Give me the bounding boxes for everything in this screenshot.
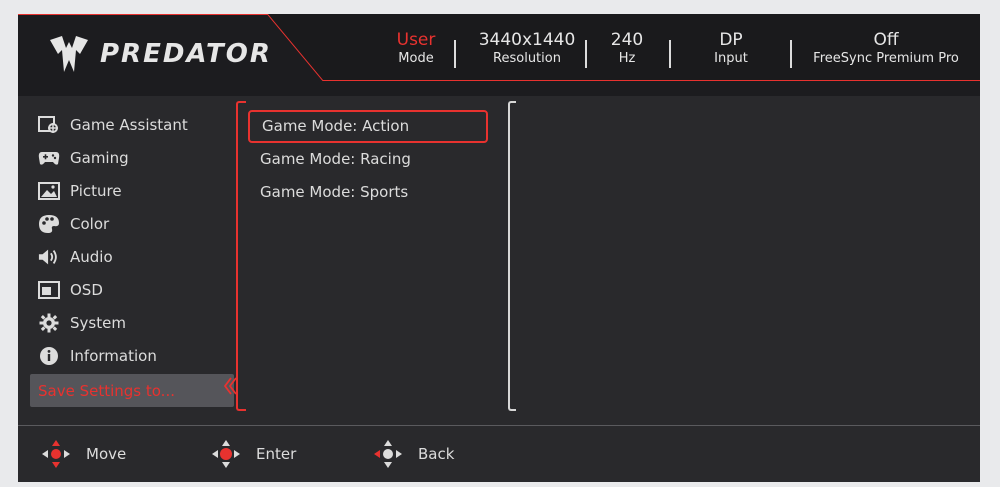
- status-input-label: Input: [714, 51, 748, 66]
- status-mode: User Mode: [390, 30, 442, 67]
- picture-icon: [38, 180, 60, 202]
- brand-name: PREDATOR: [100, 39, 272, 69]
- menu-item-information[interactable]: Information: [30, 339, 234, 372]
- hint-back-label: Back: [418, 445, 455, 463]
- hint-move: Move: [40, 438, 126, 470]
- hint-move-label: Move: [86, 445, 127, 463]
- hint-enter: Enter: [210, 438, 296, 470]
- status-divider: [585, 40, 587, 68]
- status-input: DP Input: [706, 30, 756, 67]
- status-freesync-value: Off: [873, 30, 899, 50]
- status-input-value: DP: [719, 30, 743, 50]
- submenu-bracket: [236, 101, 246, 411]
- hint-enter-label: Enter: [256, 445, 297, 463]
- gamepad-icon: [38, 147, 60, 169]
- menu-item-label: Save Settings to...: [38, 381, 175, 400]
- menu-item-label: Gaming: [70, 148, 129, 167]
- status-divider: [790, 40, 792, 68]
- menu-item-color[interactable]: Color: [30, 207, 234, 240]
- submenu-item-racing[interactable]: Game Mode: Racing: [248, 143, 488, 176]
- main-menu: Game Assistant Gaming Picture Color Audi…: [30, 108, 234, 407]
- menu-item-label: Game Assistant: [70, 115, 188, 134]
- menu-item-system[interactable]: System: [30, 306, 234, 339]
- footer-divider: [18, 425, 980, 426]
- dpad-enter-icon: [212, 440, 240, 468]
- osd-icon: [38, 279, 60, 301]
- palette-icon: [38, 213, 60, 235]
- gear-icon: [38, 312, 60, 334]
- submenu-item-action[interactable]: Game Mode: Action: [248, 110, 488, 143]
- dpad-move-icon: [42, 440, 70, 468]
- status-resolution-value: 3440x1440: [478, 30, 576, 50]
- menu-item-label: Color: [70, 214, 110, 233]
- menu-item-label: OSD: [70, 280, 103, 299]
- status-mode-value: User: [396, 30, 436, 50]
- menu-item-save-settings[interactable]: Save Settings to...: [30, 374, 234, 407]
- menu-item-label: System: [70, 313, 126, 332]
- menu-item-audio[interactable]: Audio: [30, 240, 234, 273]
- game-mode-submenu: Game Mode: Action Game Mode: Racing Game…: [248, 110, 488, 209]
- menu-item-label: Audio: [70, 247, 113, 266]
- status-divider: [454, 40, 456, 68]
- predator-emblem-icon: [50, 36, 88, 72]
- speaker-icon: [38, 246, 60, 268]
- dpad-back-icon: [374, 440, 402, 468]
- menu-item-game-assistant[interactable]: Game Assistant: [30, 108, 234, 141]
- menu-item-gaming[interactable]: Gaming: [30, 141, 234, 174]
- menu-item-label: Information: [70, 346, 157, 365]
- info-icon: [38, 345, 60, 367]
- osd-screen: PREDATOR User Mode 3440x1440 Resolution …: [18, 14, 980, 482]
- crosshair-icon: [38, 114, 60, 136]
- predator-logo: PREDATOR: [48, 34, 272, 74]
- status-refresh: 240 Hz: [604, 30, 650, 67]
- status-freesync: Off FreeSync Premium Pro: [800, 30, 972, 67]
- status-resolution: 3440x1440 Resolution: [472, 30, 582, 67]
- status-mode-label: Mode: [398, 51, 434, 66]
- status-resolution-label: Resolution: [493, 51, 561, 66]
- menu-item-picture[interactable]: Picture: [30, 174, 234, 207]
- status-freesync-label: FreeSync Premium Pro: [813, 51, 959, 66]
- submenu-item-sports[interactable]: Game Mode: Sports: [248, 176, 488, 209]
- status-divider: [669, 40, 671, 68]
- status-refresh-label: Hz: [618, 51, 636, 66]
- hint-back: Back: [372, 438, 454, 470]
- menu-item-osd[interactable]: OSD: [30, 273, 234, 306]
- status-refresh-value: 240: [610, 30, 644, 50]
- menu-item-label: Picture: [70, 181, 122, 200]
- double-chevron-left-icon: [223, 377, 237, 395]
- detail-bracket: [508, 101, 516, 411]
